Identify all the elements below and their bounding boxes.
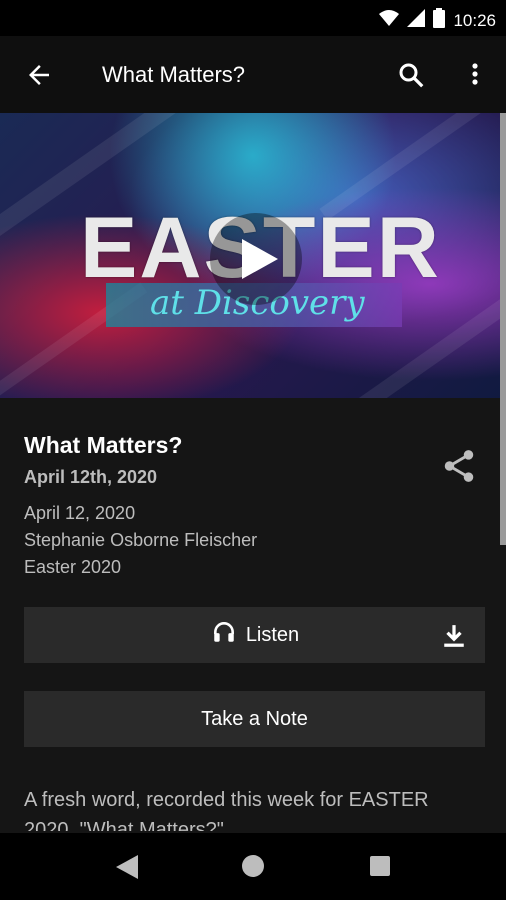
sermon-series: Easter 2020 [24, 557, 122, 577]
clock: 10:26 [453, 10, 496, 30]
sermon-title: What Matters? [24, 432, 183, 458]
page-title: What Matters? [102, 62, 246, 87]
take-note-button[interactable]: Take a Note [24, 691, 485, 747]
listen-button[interactable]: Listen [24, 607, 485, 663]
battery-icon [433, 8, 446, 33]
nav-recents-icon[interactable] [370, 856, 390, 876]
system-nav-bar [0, 833, 506, 900]
sermon-description: A fresh word, recorded this week for EAS… [24, 789, 429, 831]
listen-label: Listen [245, 623, 300, 646]
nav-home-icon[interactable] [242, 855, 264, 877]
more-options-icon[interactable] [466, 60, 484, 90]
app-bar: What Matters? [0, 36, 506, 113]
back-arrow-icon[interactable] [24, 60, 54, 90]
signal-icon [407, 9, 426, 32]
search-icon[interactable] [396, 60, 426, 90]
download-icon[interactable] [441, 623, 467, 649]
share-icon[interactable] [440, 447, 478, 485]
video-thumbnail[interactable]: EASTER at Discovery [0, 113, 506, 398]
nav-back-icon[interactable] [116, 855, 138, 884]
play-button[interactable] [210, 213, 302, 305]
status-bar: 10:26 [0, 0, 506, 36]
wifi-icon [379, 9, 400, 32]
sermon-date-bold: April 12th, 2020 [24, 467, 158, 487]
sermon-date: April 12, 2020 [24, 503, 136, 523]
scrollbar[interactable] [500, 113, 506, 545]
take-note-label: Take a Note [201, 707, 308, 730]
headphones-icon [210, 619, 238, 651]
sermon-speaker: Stephanie Osborne Fleischer [24, 530, 258, 550]
